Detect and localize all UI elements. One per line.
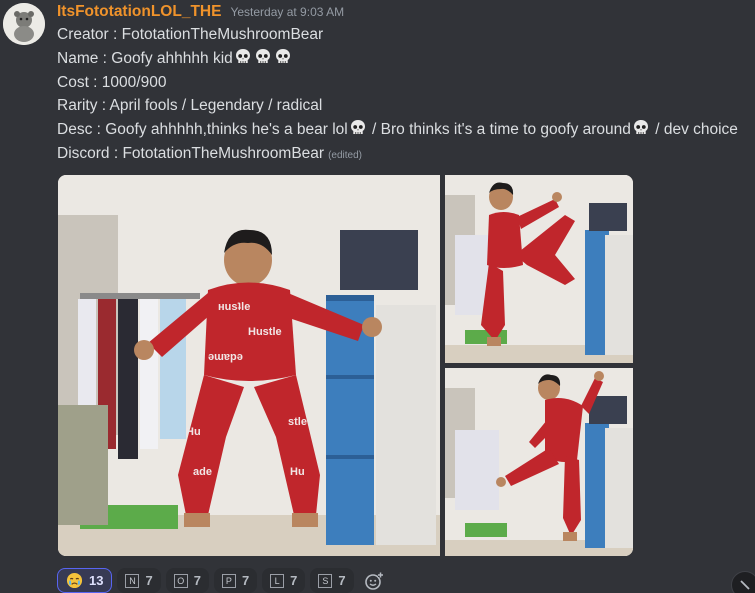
svg-text:ade: ade (193, 466, 212, 478)
add-reaction-button[interactable] (359, 568, 389, 593)
edited-label: (edited) (328, 149, 362, 161)
creator-line: Creator : FototationTheMushroomBear (57, 26, 324, 43)
discord-text: Discord : FototationTheMushroomBear (57, 144, 325, 162)
reaction-letter-o[interactable]: O 7 (165, 568, 209, 593)
reaction-letter-s[interactable]: S 7 (310, 568, 354, 593)
desc-line: Desc : Goofy ahhhhh,thinks he's a bear l… (57, 118, 755, 142)
arrow-icon (740, 580, 750, 590)
cost-line: Cost : 1000/900 (57, 73, 167, 91)
timestamp: Yesterday at 9:03 AM (230, 5, 345, 19)
skull-icon (633, 120, 648, 135)
regional-indicator-l-icon: L (270, 573, 285, 588)
reaction-crying[interactable]: 13 (57, 568, 113, 593)
chat-message: ItsFototationLOL_THE Yesterday at 9:03 A… (0, 0, 755, 593)
desc-text-3: / dev choice (650, 121, 738, 139)
svg-text:ǝɯɐpǝ: ǝɯɐpǝ (208, 351, 243, 363)
regional-indicator-o-icon: O (173, 573, 188, 588)
image-attachment-3[interactable] (445, 368, 633, 556)
image-attachment-1[interactable]: ʜusʇle Hustle ǝɯɐpǝ Hu stle ade Hu (58, 175, 440, 556)
name-text: Name : Goofy ahhhhh kid (57, 49, 233, 67)
reaction-letter-p[interactable]: P 7 (213, 568, 258, 593)
reaction-letter-n[interactable]: N 7 (117, 568, 161, 593)
message-content: Creator : FototationTheMushroomBear Name… (57, 23, 755, 168)
reaction-count: 13 (89, 573, 104, 588)
avatar[interactable] (3, 3, 45, 45)
reaction-bar: 13 N 7 O 7 P 7 L 7 S 7 (57, 568, 389, 593)
regional-indicator-n-icon: N (125, 573, 140, 588)
photo-kid-crouching: ʜusʇleHustleǝɯɐpǝ Hustleade Hu (58, 175, 440, 556)
add-reaction-icon (364, 571, 383, 590)
more-options-button[interactable] (731, 571, 755, 593)
message-header: ItsFototationLOL_THE Yesterday at 9:03 A… (57, 3, 344, 23)
desc-text-2: / Bro thinks it's a time to goofy around (367, 121, 631, 139)
reaction-count: 7 (193, 573, 201, 588)
discord-line: Discord : FototationTheMushroomBear (edit… (57, 142, 755, 168)
image-attachment-2[interactable] (445, 175, 633, 363)
skull-icon (235, 48, 250, 63)
crying-face-icon (66, 572, 83, 589)
name-line: Name : Goofy ahhhhh kid (57, 47, 755, 71)
rarity-line: Rarity : April fools / Legendary / radic… (57, 97, 323, 115)
reaction-count: 7 (241, 573, 250, 588)
skull-icon (255, 48, 270, 63)
reaction-count: 7 (338, 573, 346, 588)
svg-text:Hustle: Hustle (248, 326, 282, 338)
regional-indicator-s-icon: S (318, 573, 333, 588)
svg-text:Hu: Hu (186, 426, 201, 438)
svg-text:ʜusʇle: ʜusʇle (218, 301, 250, 313)
svg-text:stle: stle (288, 416, 307, 428)
reaction-letter-l[interactable]: L 7 (262, 568, 306, 593)
skull-icon (275, 48, 290, 63)
skull-icon (350, 120, 365, 135)
desc-text-1: Desc : Goofy ahhhhh,thinks he's a bear l… (57, 121, 348, 139)
photo-kid-kicking (445, 175, 633, 363)
reaction-count: 7 (145, 573, 153, 588)
photo-kid-kicking-2 (445, 368, 633, 556)
image-gallery: ʜusʇle Hustle ǝɯɐpǝ Hu stle ade Hu (58, 175, 633, 556)
regional-indicator-p-icon: P (221, 573, 236, 588)
reaction-count: 7 (290, 573, 298, 588)
svg-text:Hu: Hu (290, 466, 305, 478)
username[interactable]: ItsFototationLOL_THE (57, 3, 221, 21)
